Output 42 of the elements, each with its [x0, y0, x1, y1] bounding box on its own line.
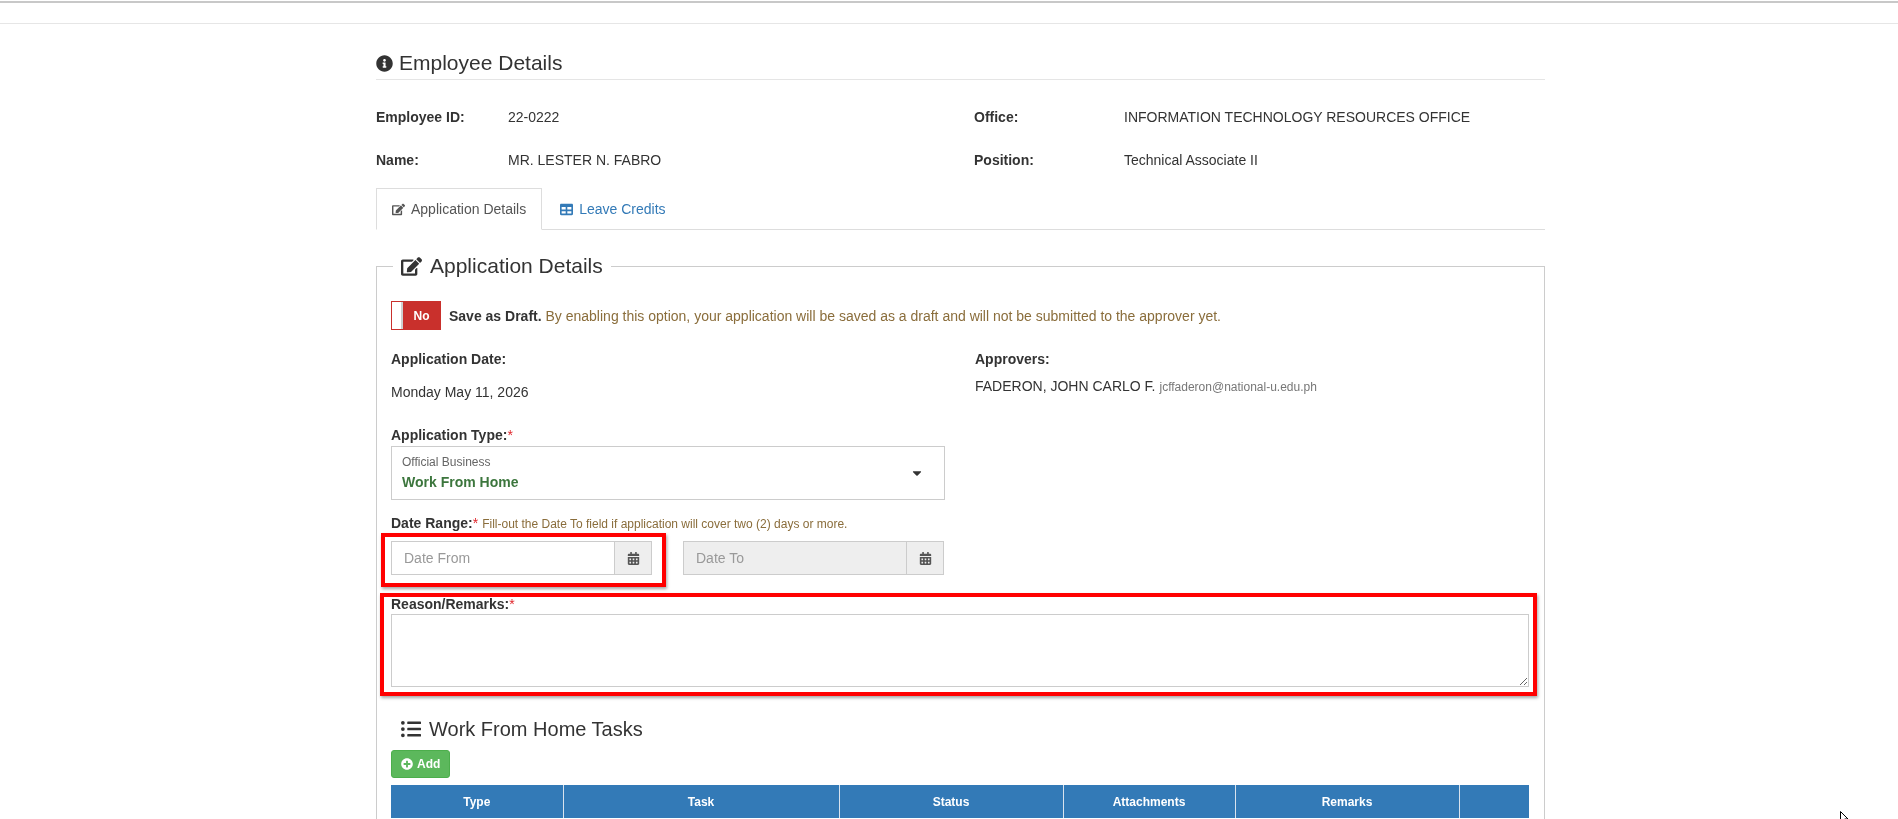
info-icon [376, 54, 393, 72]
field-value: INFORMATION TECHNOLOGY RESOURCES OFFICE [1124, 108, 1471, 127]
hint-text: Fill-out the Date To field if application will cover two (2) days or more. [482, 517, 848, 531]
field-label: Reason/Remarks:* [391, 595, 515, 614]
plus-icon [401, 758, 413, 770]
calendar-icon [626, 551, 640, 565]
column-header: Task [563, 785, 839, 818]
section-title: Work From Home Tasks [429, 717, 643, 742]
field-label: Application Type:* [391, 426, 513, 445]
date-field[interactable]: Date From [391, 541, 614, 575]
section-title: Employee Details [399, 51, 563, 75]
column-header: Attachments [1063, 785, 1235, 818]
table-icon [560, 202, 574, 216]
edit-icon [392, 202, 405, 216]
column-header: Remarks [1235, 785, 1459, 818]
application-type-select[interactable]: Official Business Work From Home [391, 446, 945, 500]
field-value: Monday May 11, 2026 [391, 383, 529, 402]
calendar-icon [918, 551, 932, 565]
list-icon [401, 719, 421, 739]
edit-icon [401, 255, 422, 277]
approver-name: FADERON, JOHN CARLO F. [975, 377, 1156, 396]
panel-legend: Application Details [430, 251, 603, 281]
calendar-button[interactable] [614, 541, 652, 575]
field-label: Employee ID: [376, 108, 465, 127]
approver-email: jcffaderon@national-u.edu.ph [1159, 379, 1317, 396]
field-label: Office: [974, 108, 1019, 127]
field-label: Application Date: [391, 350, 507, 369]
tab[interactable]: Leave Credits [544, 188, 682, 230]
field-label: Approvers: [975, 350, 1050, 369]
field-label: Name: [376, 151, 419, 170]
tab[interactable]: Application Details [376, 188, 543, 230]
calendar-button[interactable] [906, 541, 944, 575]
field-label: Date Range:* [391, 514, 479, 533]
draft-note: Save as Draft. By enabling this option, your application will be saved as a draft and will not be submitted to the approver yet. [449, 306, 1221, 326]
field-value: Technical Associate II [1124, 151, 1258, 170]
column-header: Status [839, 785, 1063, 818]
draft-toggle[interactable]: No [391, 301, 441, 330]
field-value: 22-0222 [508, 108, 560, 127]
field-label: Position: [974, 151, 1034, 170]
field-value: MR. LESTER N. FABRO [508, 151, 662, 170]
column-header [1459, 785, 1529, 818]
column-header: Type [391, 785, 563, 818]
